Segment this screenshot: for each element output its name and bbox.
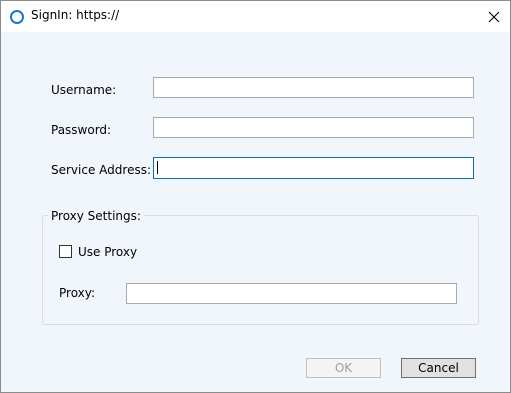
close-button[interactable] bbox=[478, 1, 510, 32]
username-input[interactable] bbox=[153, 77, 474, 98]
window-title: SignIn: https:// bbox=[31, 8, 120, 22]
username-label: Username: bbox=[51, 83, 117, 97]
close-icon bbox=[488, 11, 500, 22]
app-ring-icon bbox=[10, 10, 24, 24]
proxy-label: Proxy: bbox=[59, 286, 96, 300]
ok-button[interactable]: OK bbox=[306, 358, 381, 378]
title-bar[interactable]: SignIn: https:// bbox=[1, 1, 510, 32]
text-caret bbox=[157, 161, 158, 174]
use-proxy-checkbox[interactable] bbox=[59, 245, 72, 258]
proxy-settings-group bbox=[42, 215, 479, 325]
service-address-input[interactable] bbox=[153, 157, 474, 179]
proxy-input[interactable] bbox=[126, 283, 457, 304]
password-input[interactable] bbox=[153, 117, 474, 138]
password-label: Password: bbox=[51, 123, 112, 137]
proxy-settings-label: Proxy Settings: bbox=[48, 209, 144, 223]
service-address-label: Service Address: bbox=[51, 163, 151, 177]
cancel-button[interactable]: Cancel bbox=[401, 358, 476, 378]
signin-dialog: SignIn: https:// Username: Password: Ser… bbox=[0, 0, 511, 393]
use-proxy-label[interactable]: Use Proxy bbox=[78, 245, 137, 259]
